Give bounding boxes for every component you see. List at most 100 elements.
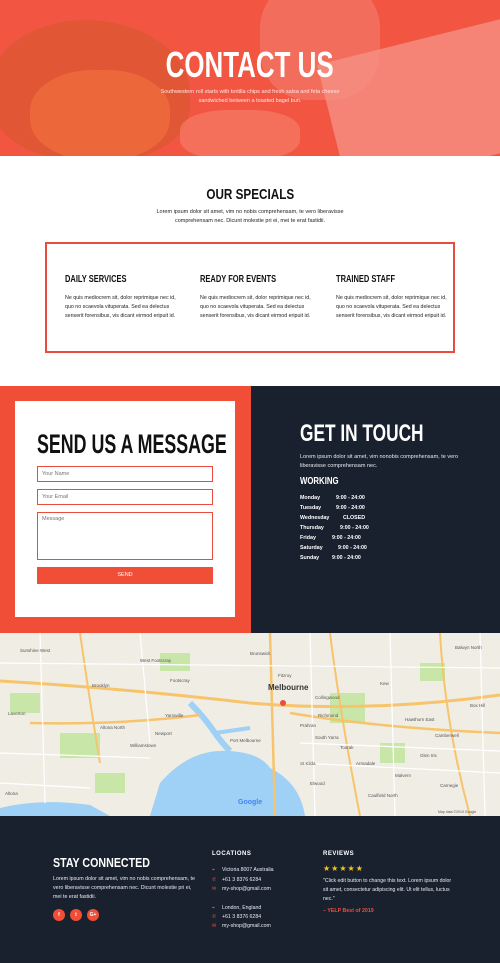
stay-connected-title: STAY CONNECTED — [53, 855, 150, 870]
reviews-title: REVIEWS — [323, 851, 355, 857]
hours-row-saturday: Saturday 9:00 - 24:00 — [300, 545, 369, 555]
hours-day: Thursday — [300, 525, 324, 531]
map-data-credit: Map data ©2019 Google — [438, 810, 477, 814]
hours-time: 9:00 - 24:00 — [340, 525, 369, 531]
hero-subtitle: Southwestern roll starts with tortilla c… — [160, 89, 340, 104]
email-input[interactable] — [37, 489, 213, 505]
hours-row-sunday: Sunday 9:00 - 24:00 — [300, 555, 369, 565]
hours-row-monday: Monday 9:00 - 24:00 — [300, 495, 369, 505]
location-1-email[interactable]: ✉ my-shop@gmail.com — [212, 886, 271, 892]
map-city-label: Melbourne — [268, 683, 309, 692]
location-address-text: Victoria 8007 Australia — [222, 867, 274, 873]
map-label: Caulfield North — [368, 793, 398, 798]
map-label: Kew — [380, 681, 389, 686]
location-phone-text: +61 3 8376 6284 — [222, 877, 262, 883]
map-label: Collingwood — [315, 695, 340, 700]
map-label: Yarraville — [165, 713, 184, 718]
phone-icon: ✆ — [212, 877, 217, 883]
hours-day: Saturday — [300, 545, 323, 551]
map-label: West Footscray — [140, 658, 172, 663]
map-label: Brooklyn — [92, 683, 110, 688]
stay-connected-description: Lorem ipsum dolor sit amet, vim no nobis… — [53, 876, 195, 900]
map-label: Elwood — [310, 781, 325, 786]
map-label: Sunshine West — [20, 648, 51, 653]
map-label: Carnegie — [440, 783, 459, 788]
map-pin-icon: ⌖ — [212, 867, 215, 873]
map-label: Williamstown — [130, 743, 157, 748]
map-label: Altona North — [100, 725, 126, 730]
hours-row-tuesday: Tuesday 9:00 - 24:00 — [300, 505, 369, 515]
location-2-address: ⌖ London, England — [212, 905, 261, 912]
special-item-daily-services: DAILY SERVICES Ne quis mediocrem sit, do… — [65, 274, 177, 321]
hours-day: Tuesday — [300, 505, 322, 511]
map-label: Footscray — [170, 678, 190, 683]
special-item-text: Ne quis mediocrem sit, dolor reprimique … — [336, 295, 447, 319]
map-label: Hawthorn East — [405, 717, 435, 722]
hours-day: Sunday — [300, 555, 320, 561]
location-email-text: my-shop@gmail.com — [222, 923, 271, 929]
location-email-text: my-shop@gmail.com — [222, 886, 271, 892]
location-phone-text: +61 3 8376 6284 — [222, 914, 262, 920]
page-title: CONTACT US — [165, 44, 334, 85]
hours-time: 9:00 - 24:00 — [336, 495, 365, 501]
location-map[interactable]: Melbourne Sunshine West West Footscray F… — [0, 633, 500, 816]
map-label: Balwyn North — [455, 645, 482, 650]
star-rating-icon: ★★★★★ — [323, 864, 364, 873]
map-label: St Kilda — [300, 761, 316, 766]
hero-banner: CONTACT US Southwestern roll starts with… — [0, 0, 500, 156]
name-input[interactable] — [37, 466, 213, 482]
map-label: Richmond — [318, 713, 339, 718]
location-2-email[interactable]: ✉ my-shop@gmail.com — [212, 923, 271, 929]
working-hours-list: Monday 9:00 - 24:00 Tuesday 9:00 - 24:00 W… — [300, 495, 369, 565]
hours-day: Monday — [300, 495, 321, 501]
hours-time: CLOSED — [343, 515, 366, 521]
review-author: – YELP Best of 2019 — [323, 908, 374, 914]
mail-icon: ✉ — [212, 886, 217, 892]
location-1-phone: ✆ +61 3 8376 6284 — [212, 877, 261, 883]
map-label: Box Hill — [470, 703, 486, 708]
map-label: Armadale — [356, 761, 376, 766]
twitter-icon[interactable]: t — [70, 909, 82, 921]
map-label: Brunswick — [250, 651, 271, 656]
hours-day: Friday — [300, 535, 316, 541]
mail-icon: ✉ — [212, 923, 217, 929]
review-text: "Click edit button to change this text. … — [323, 878, 452, 902]
map-label: Port Melbourne — [230, 738, 261, 743]
map-label: Fitzroy — [278, 673, 292, 678]
map-canvas — [0, 633, 500, 816]
map-label: Altona — [5, 791, 18, 796]
special-item-text: Ne quis mediocrem sit, dolor reprimique … — [65, 295, 176, 319]
map-label: Toorak — [340, 745, 354, 750]
hours-row-wednesday: Wednesday CLOSED — [300, 515, 369, 525]
location-1-address: ⌖ Victoria 8007 Australia — [212, 867, 274, 874]
map-label: South Yarra — [315, 735, 339, 740]
google-plus-icon[interactable]: G+ — [87, 909, 99, 921]
hours-time: 9:00 - 24:00 — [332, 535, 361, 541]
get-in-touch-title: GET IN TOUCH — [300, 420, 424, 447]
get-in-touch-section: GET IN TOUCH Lorem ipsum dolor sit amet,… — [251, 386, 500, 633]
get-in-touch-description: Lorem ipsum dolor sit amet, vim nonobis … — [300, 454, 459, 469]
send-button[interactable]: SEND — [37, 567, 213, 584]
special-item-text: Ne quis mediocrem sit, dolor reprimique … — [200, 295, 311, 319]
map-label: Malvern — [395, 773, 412, 778]
hours-time: 9:00 - 24:00 — [336, 505, 365, 511]
map-label: Newport — [155, 731, 172, 736]
map-label: Laverton — [8, 711, 26, 716]
location-address-text: London, England — [222, 905, 262, 911]
location-2-phone: ✆ +61 3 8376 6284 — [212, 914, 261, 920]
map-pin-icon: ⌖ — [212, 905, 215, 911]
facebook-icon[interactable]: f — [53, 909, 65, 921]
hours-time: 9:00 - 24:00 — [338, 545, 367, 551]
phone-icon: ✆ — [212, 914, 217, 920]
working-hours-title: WORKING — [300, 476, 339, 487]
map-label: Prahran — [300, 723, 317, 728]
special-item-title: TRAINED STAFF — [336, 274, 396, 285]
map-label: Camberwell — [435, 733, 459, 738]
special-item-ready-for-events: READY FOR EVENTS Ne quis mediocrem sit, … — [200, 274, 312, 321]
message-textarea[interactable] — [37, 512, 213, 560]
special-item-title: READY FOR EVENTS — [200, 274, 277, 285]
special-item-trained-staff: TRAINED STAFF Ne quis mediocrem sit, dol… — [336, 274, 448, 321]
specials-description: Lorem ipsum dolor sit amet, vim no nobis… — [156, 209, 344, 224]
locations-title: LOCATIONS — [212, 851, 252, 857]
specials-title: OUR SPECIALS — [206, 186, 294, 203]
